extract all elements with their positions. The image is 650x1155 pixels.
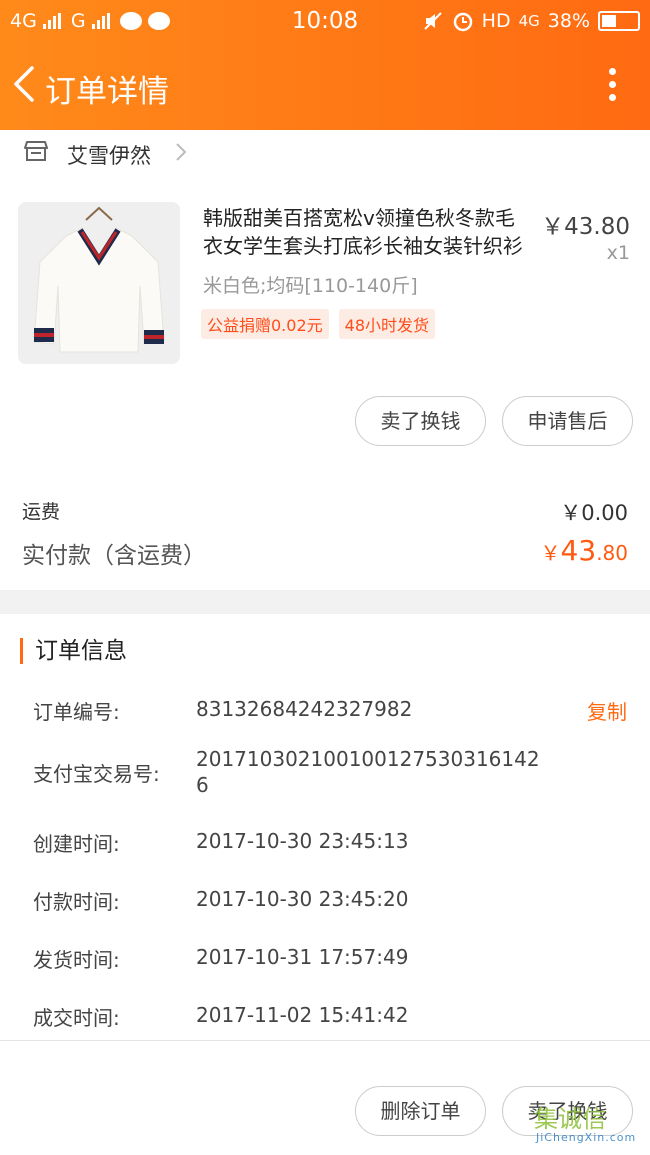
copy-button[interactable]: 复制 — [587, 696, 627, 725]
watermark-text: 集诚信 — [534, 1105, 606, 1133]
tag-shipping: 48小时发货 — [338, 309, 436, 339]
paid-currency: ￥ — [540, 541, 561, 565]
mute-icon — [423, 12, 442, 30]
paid-integer: 43 — [560, 534, 597, 567]
hd-label: HD — [481, 10, 511, 32]
battery-percent: 38% — [547, 10, 590, 32]
page-title: 订单详情 — [45, 74, 169, 110]
order-info-title: 订单信息 — [20, 638, 127, 664]
shop-name: 艾雪伊然 — [67, 144, 151, 168]
product-sku: 米白色;均码[110-140斤] — [203, 275, 418, 297]
product-tags: 公益捐赠0.02元 48小时发货 — [201, 309, 436, 339]
created-time-value: 2017-10-30 23:45:13 — [196, 829, 409, 853]
watermark-url: JiChengXin.com — [536, 1131, 637, 1144]
product-quantity: x1 — [606, 242, 630, 264]
freight-label: 运费 — [22, 501, 61, 523]
sweater-image — [18, 202, 180, 364]
watermark-logo: 集诚信 JiChengXin.com — [534, 1099, 644, 1151]
status-right: HD 4G 38% — [422, 10, 640, 32]
status-bar: 4G G 10:08 HD 4G 38% — [0, 0, 650, 44]
app-header: 4G G 10:08 HD 4G 38% 订单详情 — [0, 0, 650, 130]
battery-icon — [598, 11, 640, 31]
alarm-icon — [453, 12, 472, 32]
product-title[interactable]: 韩版甜美百搭宽松v领撞色秋冬款毛衣女学生套头打底衫长袖女装针织衫 — [203, 204, 533, 260]
created-time-label: 创建时间: — [33, 832, 120, 856]
sell-for-cash-button[interactable]: 卖了换钱 — [355, 396, 486, 446]
back-icon[interactable] — [10, 64, 40, 104]
deal-time-label: 成交时间: — [33, 1006, 120, 1030]
alipay-trade-label: 支付宝交易号: — [33, 762, 160, 786]
apply-aftersale-button[interactable]: 申请售后 — [502, 396, 633, 446]
deal-time-value: 2017-11-02 15:41:42 — [196, 1003, 409, 1027]
paid-amount: ￥43.80 — [541, 534, 628, 567]
order-number-value: 83132684242327982 — [196, 697, 413, 721]
shipped-time-label: 发货时间: — [33, 948, 120, 972]
paid-label: 实付款（含运费） — [22, 543, 206, 569]
paid-time-value: 2017-10-30 23:45:20 — [196, 887, 409, 911]
freight-value: ￥0.00 — [560, 501, 628, 525]
product-price: ￥43.80 — [541, 214, 630, 240]
tag-charity: 公益捐赠0.02元 — [201, 309, 329, 339]
shop-row[interactable]: 艾雪伊然 — [0, 130, 650, 176]
bottom-action-bar: 删除订单 卖了换钱 集诚信 JiChengXin.com — [0, 1040, 650, 1155]
order-number-label: 订单编号: — [33, 700, 120, 724]
nav-bar: 订单详情 — [0, 44, 650, 130]
alipay-trade-value: 2017103021001001275303161426 — [196, 747, 540, 797]
section-divider — [0, 590, 650, 614]
store-icon — [24, 141, 48, 161]
more-icon[interactable] — [608, 68, 618, 108]
paid-decimal: .80 — [596, 541, 628, 565]
paid-time-label: 付款时间: — [33, 890, 120, 914]
shipped-time-value: 2017-10-31 17:57:49 — [196, 945, 409, 969]
product-image[interactable] — [18, 202, 180, 364]
chevron-right-icon — [176, 143, 187, 161]
network-label-3: 4G — [518, 12, 540, 30]
delete-order-button[interactable]: 删除订单 — [355, 1086, 486, 1136]
